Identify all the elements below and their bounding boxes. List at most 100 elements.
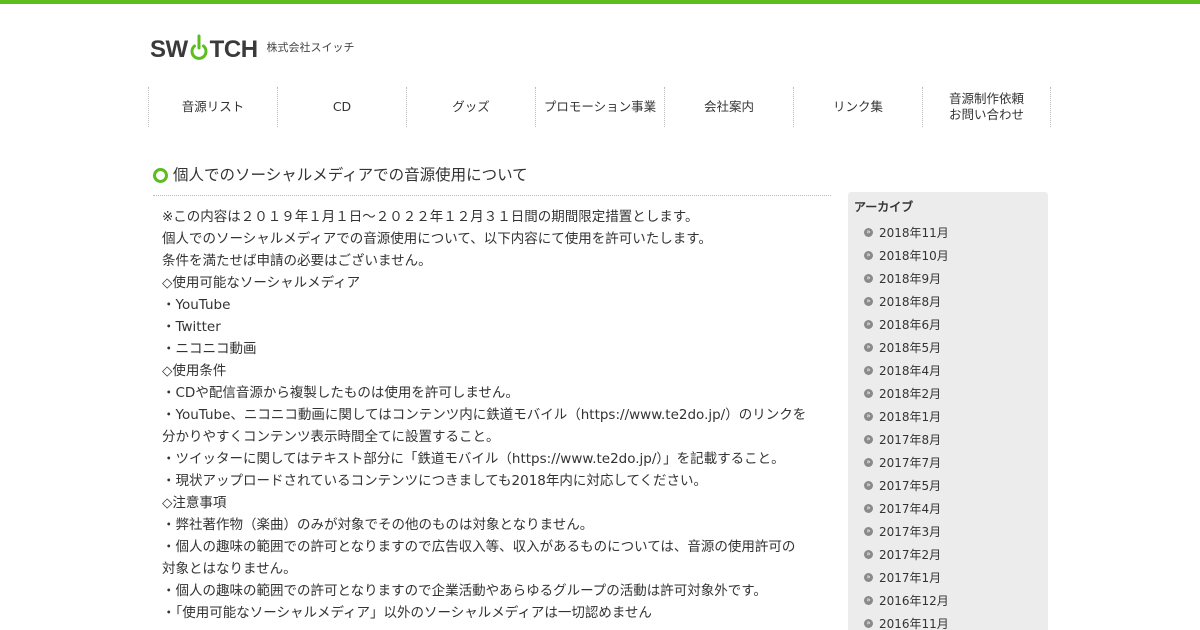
nav-label: CD [332,99,352,114]
article-line: ・現状アップロードされているコンテンツにつきましても2018年内に対応してくださ… [162,473,708,489]
page-title: 個人でのソーシャルメディアでの音源使用について [153,163,831,196]
logo-wordmark: S W T C H [150,30,258,62]
logo-letter: W [165,36,189,63]
article-title: 個人でのソーシャルメディアでの音源使用について [173,166,528,184]
archive-link[interactable]: » 2016年12月 [854,589,1042,612]
archive-link[interactable]: » 2018年9月 [854,267,1042,290]
article-line: 個人でのソーシャルメディアでの音源使用について、以下内容にて使用を許可いたします… [162,231,712,247]
nav-item-sound-list[interactable]: 音源リスト [148,87,277,127]
article-line: ◇注意事項 [162,495,227,511]
nav-label: 音源リスト [181,99,245,114]
arrow-right-icon: » [864,228,873,237]
archive-link[interactable]: » 2017年3月 [854,520,1042,543]
archive-label: 2018年5月 [879,341,942,355]
article-line: ・YouTube、ニコニコ動画に関してはコンテンツ内に鉄道モバイル（https:… [162,407,807,423]
archive-label: 2016年11月 [879,617,949,630]
archive-link[interactable]: » 2017年4月 [854,497,1042,520]
arrow-right-icon: » [864,297,873,306]
article-line: ・ツイッターに関してはテキスト部分に「鉄道モバイル（https://www.te… [162,451,785,467]
arrow-right-icon: » [864,320,873,329]
nav-label: 会社案内 [703,99,754,114]
nav-item-links[interactable]: リンク集 [793,87,922,127]
archive-link[interactable]: » 2018年10月 [854,244,1042,267]
archive-label: 2018年9月 [879,272,942,286]
logo-letter: H [240,36,258,63]
power-icon [189,32,209,62]
archive-label: 2016年12月 [879,594,949,608]
archive-label: 2018年11月 [879,226,949,240]
article-line: ・YouTube [162,297,231,313]
article-line: 分かりやすくコンテンツ表示時間全てに設置すること。 [162,429,500,445]
archive-label: 2018年10月 [879,249,949,263]
archive-label: 2017年5月 [879,479,942,493]
archive-label: 2017年2月 [879,548,942,562]
archive-link[interactable]: » 2017年5月 [854,474,1042,497]
nav-label: グッズ [452,99,490,114]
archive-label: 2017年7月 [879,456,942,470]
nav-item-contact[interactable]: 音源制作依頼 お問い合わせ [922,87,1051,127]
article-line: ・弊社著作物（楽曲）のみが対象でその他のものは対象となりません。 [162,517,594,533]
archive-sidebar: アーカイブ » 2018年11月 » 2018年10月 » 2018年9月 » 2018… [848,192,1048,630]
archive-link[interactable]: » 2018年4月 [854,359,1042,382]
arrow-right-icon: » [864,504,873,513]
archive-heading: アーカイブ [854,200,914,214]
article-line: ・Twitter [162,319,221,335]
top-accent-bar [0,0,1200,4]
circle-bullet-icon [153,168,168,183]
nav-label: 音源制作依頼 お問い合わせ [948,91,1024,122]
arrow-right-icon: » [864,596,873,605]
archive-link[interactable]: » 2017年7月 [854,451,1042,474]
archive-link[interactable]: » 2017年2月 [854,543,1042,566]
arrow-right-icon: » [864,274,873,283]
nav-item-promotion[interactable]: プロモーション事業 [535,87,664,127]
article-line: ・ニコニコ動画 [162,341,257,357]
archive-link[interactable]: » 2018年8月 [854,290,1042,313]
archive-link[interactable]: » 2018年2月 [854,382,1042,405]
article-line: 条件を満たせば申請の必要はございません。 [162,253,432,269]
arrow-right-icon: » [864,550,873,559]
logo-letter: T [209,36,225,63]
archive-link[interactable]: » 2017年8月 [854,428,1042,451]
archive-label: 2018年6月 [879,318,942,332]
archive-link[interactable]: » 2018年1月 [854,405,1042,428]
nav-item-goods[interactable]: グッズ [406,87,535,127]
archive-label: 2018年4月 [879,364,942,378]
archive-label: 2017年4月 [879,502,942,516]
arrow-right-icon: » [864,412,873,421]
nav-label: プロモーション事業 [543,99,657,114]
archive-label: 2018年1月 [879,410,942,424]
site-logo[interactable]: S W T C H 株式会社スイッチ [150,30,355,62]
arrow-right-icon: » [864,573,873,582]
archive-link[interactable]: » 2016年11月 [854,612,1042,630]
arrow-right-icon: » [864,527,873,536]
logo-letter: C [223,36,241,63]
article-line: ・「使用可能なソーシャルメディア」以外のソーシャルメディアは一切認めません [162,605,652,621]
arrow-right-icon: » [864,458,873,467]
nav-label: リンク集 [832,99,883,114]
archive-label: 2017年8月 [879,433,942,447]
article-line: ◇使用可能なソーシャルメディア [162,275,361,291]
article-line: ※この内容は２０１９年１月１日～２０２２年１２月３１日間の期間限定措置とします。 [162,209,699,225]
company-name: 株式会社スイッチ [266,41,355,54]
arrow-right-icon: » [864,619,873,628]
archive-link[interactable]: » 2018年11月 [854,221,1042,244]
article-line: ・個人の趣味の範囲での許可となりますので企業活動やあらゆるグループの活動は許可対… [162,583,767,599]
arrow-right-icon: » [864,343,873,352]
logo-letter: S [150,36,166,63]
arrow-right-icon: » [864,251,873,260]
archive-link[interactable]: » 2018年6月 [854,313,1042,336]
nav-item-company[interactable]: 会社案内 [664,87,793,127]
archive-label: 2018年2月 [879,387,942,401]
archive-label: 2018年8月 [879,295,942,309]
archive-link[interactable]: » 2017年1月 [854,566,1042,589]
article-line: ・個人の趣味の範囲での許可となりますので広告収入等、収入があるものについては、音… [162,539,796,555]
arrow-right-icon: » [864,435,873,444]
nav-item-cd[interactable]: CD [277,87,406,127]
global-nav: 音源リスト CD グッズ プロモーション事業 会社案内 リンク集 音源制作依頼 … [148,87,1052,127]
archive-label: 2017年1月 [879,571,942,585]
archive-link[interactable]: » 2018年5月 [854,336,1042,359]
article-line: ◇使用条件 [162,363,227,379]
arrow-right-icon: » [864,481,873,490]
archive-list: » 2018年11月 » 2018年10月 » 2018年9月 » 2018年8月 » 2… [854,221,1042,630]
arrow-right-icon: » [864,366,873,375]
